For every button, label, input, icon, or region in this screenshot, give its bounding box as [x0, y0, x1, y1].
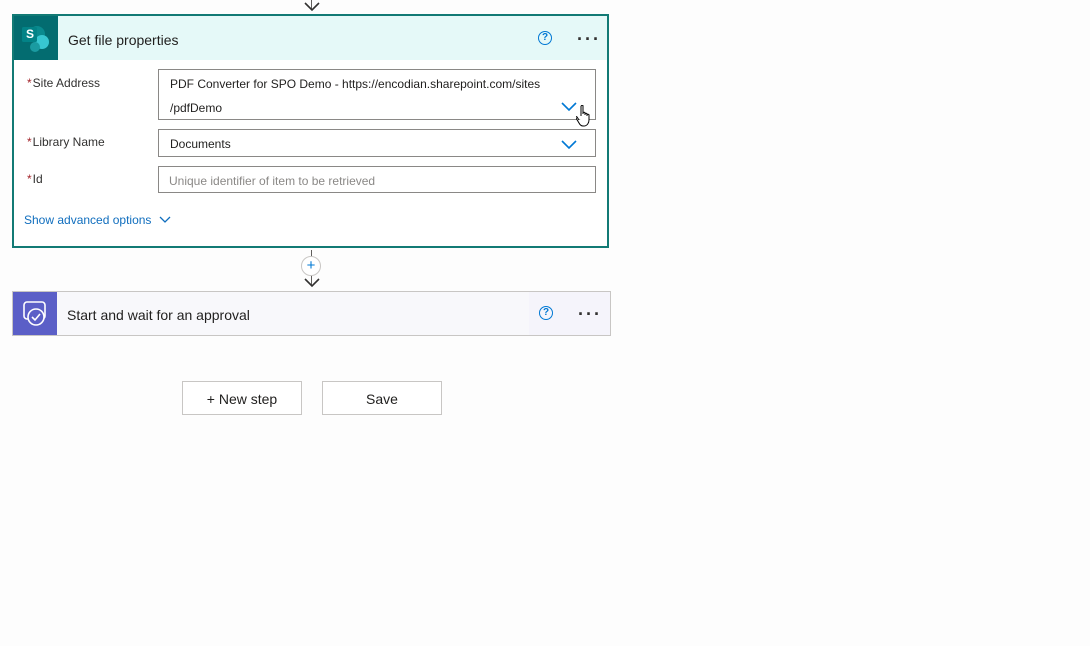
hand-cursor-icon: [576, 105, 590, 127]
save-button[interactable]: Save: [322, 381, 442, 415]
id-label: *Id: [27, 172, 43, 186]
chevron-down-icon[interactable]: [560, 139, 578, 151]
action-card-approval[interactable]: Start and wait for an approval ? ···: [12, 291, 611, 336]
approval-check-icon: [23, 301, 46, 326]
more-options-icon[interactable]: ···: [577, 30, 601, 48]
chevron-down-icon[interactable]: [158, 215, 172, 225]
library-name-label-text: Library Name: [32, 135, 105, 149]
insert-step-button[interactable]: +: [301, 256, 321, 276]
required-marker: *: [27, 172, 32, 186]
approvals-icon: [13, 292, 57, 335]
card-title[interactable]: Start and wait for an approval: [67, 307, 250, 323]
required-marker: *: [27, 76, 32, 90]
site-address-dropdown[interactable]: PDF Converter for SPO Demo - https://enc…: [158, 69, 596, 127]
action-card-get-file-properties[interactable]: S Get file properties ? ··· *Site Addres…: [12, 14, 609, 248]
required-marker: *: [27, 135, 32, 149]
arrow-down-icon: [304, 278, 320, 288]
library-name-dropdown[interactable]: Documents: [158, 129, 596, 157]
show-advanced-options-label: Show advanced options: [24, 213, 152, 227]
library-name-value: Documents: [170, 137, 231, 151]
sharepoint-icon: S: [14, 16, 58, 60]
site-address-label: *Site Address: [27, 76, 100, 90]
library-name-label: *Library Name: [27, 135, 105, 149]
new-step-button[interactable]: + New step: [182, 381, 302, 415]
id-input-placeholder: Unique identifier of item to be retrieve…: [169, 174, 376, 188]
help-icon[interactable]: ?: [539, 306, 553, 320]
arrow-down-icon: [304, 2, 320, 12]
card-header[interactable]: S Get file properties ? ···: [14, 16, 607, 60]
card-title[interactable]: Get file properties: [68, 32, 179, 48]
site-address-value-line2: /pdfDemo: [170, 101, 223, 115]
more-options-icon[interactable]: ···: [578, 305, 602, 323]
id-label-text: Id: [32, 172, 43, 186]
show-advanced-options-link[interactable]: Show advanced options: [24, 213, 151, 227]
sharepoint-logo-icon: [22, 26, 49, 52]
site-address-label-text: Site Address: [32, 76, 101, 90]
sharepoint-icon-letter: S: [26, 27, 35, 41]
help-icon[interactable]: ?: [538, 31, 552, 45]
id-input[interactable]: Unique identifier of item to be retrieve…: [158, 166, 596, 193]
site-address-value-line1: PDF Converter for SPO Demo - https://enc…: [170, 77, 541, 91]
